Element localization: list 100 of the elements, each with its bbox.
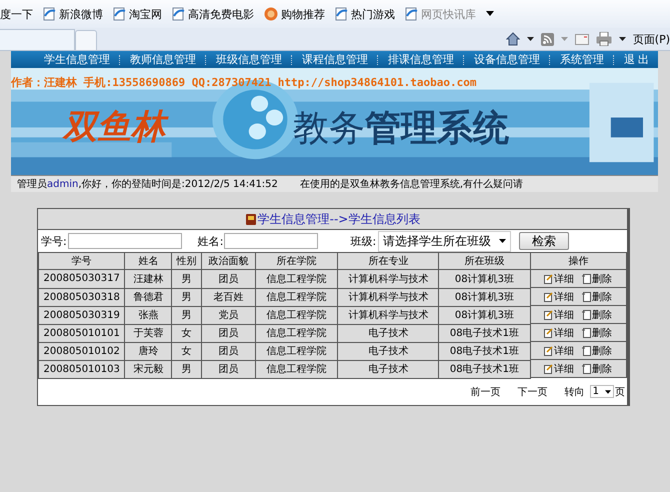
page-icon	[43, 7, 56, 21]
page-icon	[172, 7, 185, 21]
table-cell: 计算机科学与技术	[338, 270, 439, 288]
caret-icon[interactable]	[526, 36, 534, 42]
column-header: 所在班级	[438, 252, 530, 270]
table-cell: 男	[172, 288, 202, 306]
nav-link[interactable]: 教师信息管理	[130, 52, 196, 67]
document-icon	[582, 310, 592, 320]
table-cell: 计算机科学与技术	[338, 306, 439, 324]
table-cell: 于芙蓉	[124, 324, 172, 342]
table-cell: 200805030318	[38, 288, 125, 306]
action-link[interactable]: 删除	[592, 326, 612, 340]
nav-link[interactable]: 学生信息管理	[44, 52, 110, 67]
nav-link[interactable]: 设备信息管理	[474, 52, 540, 67]
edit-icon	[544, 346, 554, 356]
action-link[interactable]: 删除	[592, 362, 612, 376]
printer-icon[interactable]	[596, 32, 612, 46]
edit-icon	[544, 310, 554, 320]
page-menu[interactable]: 页面(P)	[632, 32, 670, 46]
table-cell: 信息工程学院	[255, 270, 338, 288]
next-page-link[interactable]: 下一页	[518, 384, 548, 398]
table-cell: 张燕	[124, 306, 172, 324]
mail-icon[interactable]	[574, 34, 589, 44]
dropdown-arrow-icon[interactable]	[486, 11, 494, 17]
table-cell: 200805030317	[38, 270, 125, 288]
page-select[interactable]: 1	[590, 385, 614, 398]
action-link[interactable]: 详细	[554, 290, 574, 304]
table-cell: 200805010101	[38, 324, 125, 342]
action-link[interactable]: 删除	[592, 272, 612, 286]
coin-icon	[264, 7, 278, 21]
table-cell: 08计算机3班	[438, 288, 530, 306]
action-link[interactable]: 详细	[554, 326, 574, 340]
field-label: 姓名:	[198, 234, 224, 248]
table-cell: 老百姓	[201, 288, 256, 306]
table-cell: 信息工程学院	[255, 360, 338, 378]
action-link[interactable]: 详细	[554, 344, 574, 358]
action-link[interactable]: 详细	[554, 272, 574, 286]
table-cell: 汪建林	[124, 270, 172, 288]
page-unit: 页	[615, 386, 625, 398]
table-cell: 200805030319	[38, 306, 125, 324]
column-header: 所在专业	[338, 252, 439, 270]
table-cell: 08电子技术1班	[438, 342, 530, 360]
favorite-link[interactable]: 高清免费电影	[188, 6, 254, 22]
table-cell: 宋元毅	[124, 360, 172, 378]
action-link[interactable]: 删除	[592, 290, 612, 304]
table-cell: 男	[172, 360, 202, 378]
nav-link[interactable]: 排课信息管理	[388, 52, 454, 67]
dropdown-arrow-icon	[499, 239, 506, 243]
favorite-link[interactable]: 新浪微博	[59, 6, 103, 22]
class-select[interactable]: 请选择学生所在班级	[378, 230, 512, 252]
prev-page-link[interactable]: 前一页	[470, 384, 501, 398]
table-cell: 党员	[201, 306, 256, 324]
document-icon	[582, 364, 592, 374]
favorite-link[interactable]: 购物推荐	[281, 6, 325, 22]
page-icon	[113, 7, 126, 21]
name-field[interactable]	[224, 233, 318, 249]
column-header: 政治面貌	[201, 252, 256, 270]
table-cell: 信息工程学院	[255, 288, 338, 306]
table-cell: 男	[172, 270, 202, 288]
dropdown-arrow-icon	[605, 390, 611, 394]
document-icon	[582, 274, 592, 284]
edit-icon	[544, 364, 554, 374]
action-link[interactable]: 详细	[554, 362, 574, 376]
table-cell: 团员	[201, 342, 256, 360]
document-icon	[582, 292, 592, 302]
feed-icon[interactable]	[540, 32, 554, 46]
search-button[interactable]: 检索	[519, 232, 570, 250]
column-header: 学号	[38, 252, 125, 270]
nav-link[interactable]: 班级信息管理	[216, 52, 282, 67]
table-cell: 男	[172, 306, 202, 324]
action-link[interactable]: 删除	[592, 344, 612, 358]
document-icon	[582, 328, 592, 338]
goto-label: 转向	[564, 386, 585, 398]
action-link[interactable]: 详细	[554, 308, 574, 322]
action-link[interactable]: 删除	[592, 308, 612, 322]
book-icon	[244, 212, 257, 226]
table-cell: 200805010102	[38, 342, 125, 360]
table-cell: 信息工程学院	[255, 342, 338, 360]
favorite-link[interactable]: 热门游戏	[351, 6, 395, 22]
nav-link[interactable]: 退 出	[624, 52, 650, 67]
favorite-link[interactable]: 度一下	[0, 6, 33, 22]
table-cell: 电子技术	[338, 324, 439, 342]
nav-link[interactable]: 系统管理	[560, 52, 604, 67]
table-cell: 电子技术	[338, 342, 439, 360]
table-cell: 08电子技术1班	[438, 360, 530, 378]
caret-icon[interactable]	[618, 36, 626, 42]
page-icon	[335, 7, 348, 21]
home-icon[interactable]	[506, 32, 520, 46]
field-label: 班级:	[350, 234, 376, 248]
table-cell: 女	[172, 342, 202, 360]
page-icon	[405, 7, 418, 21]
favorite-link[interactable]: 淘宝网	[129, 6, 162, 22]
nav-link[interactable]: 课程信息管理	[302, 52, 368, 67]
column-header: 操作	[530, 252, 626, 270]
student-id-field[interactable]	[68, 233, 182, 249]
table-cell: 电子技术	[338, 360, 439, 378]
document-icon	[582, 346, 592, 356]
table-cell: 唐玲	[124, 342, 172, 360]
column-header: 性别	[172, 252, 202, 270]
notice-text: 在使用的是双鱼林教务信息管理系统,有什么疑问请	[300, 178, 524, 191]
